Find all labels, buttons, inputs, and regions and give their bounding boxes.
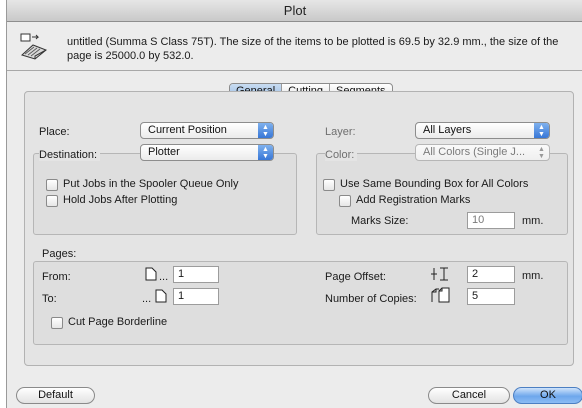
popup-arrows-icon: ▲ ▼ bbox=[538, 146, 545, 160]
copies-field[interactable]: 5 bbox=[467, 288, 515, 305]
color-label: Color: bbox=[325, 149, 358, 161]
general-panel: Place: Current Position ▲ ▼ Destination: … bbox=[24, 91, 574, 366]
layer-label: Layer: bbox=[325, 126, 356, 138]
pages-title: Pages: bbox=[42, 248, 77, 260]
same-bbox-label: Use Same Bounding Box for All Colors bbox=[340, 178, 529, 190]
place-popup[interactable]: Current Position ▲ ▼ bbox=[140, 122, 274, 139]
marks-size-label: Marks Size: bbox=[351, 215, 409, 227]
place-label: Place: bbox=[39, 126, 70, 138]
from-label: From: bbox=[42, 271, 71, 283]
registration-marks-checkbox[interactable] bbox=[339, 195, 351, 207]
info-area: untitled (Summa S Class 75T). The size o… bbox=[7, 23, 582, 71]
color-popup[interactable]: All Colors (Single J... ▲ ▼ bbox=[415, 144, 550, 161]
from-ellipsis: ... bbox=[159, 271, 169, 283]
page-offset-unit: mm. bbox=[522, 270, 544, 282]
plot-dialog: Plot untitled (Summa S Class 75T). The s… bbox=[6, 0, 582, 408]
window-title: Plot bbox=[7, 0, 582, 22]
place-value: Current Position bbox=[148, 124, 227, 136]
to-label: To: bbox=[42, 293, 57, 305]
color-value: All Colors (Single J... bbox=[423, 146, 526, 158]
page-offset-label: Page Offset: bbox=[325, 271, 386, 283]
plotter-icon bbox=[20, 33, 47, 60]
first-page-icon bbox=[145, 267, 157, 281]
default-button[interactable]: Default bbox=[16, 387, 95, 404]
spooler-label: Put Jobs in the Spooler Queue Only bbox=[63, 178, 239, 190]
copies-icon bbox=[431, 287, 450, 303]
copies-label: Number of Copies: bbox=[325, 293, 417, 305]
layer-value: All Layers bbox=[423, 124, 472, 136]
registration-marks-label: Add Registration Marks bbox=[356, 194, 471, 206]
cut-borderline-checkbox[interactable] bbox=[51, 317, 63, 329]
last-page-icon bbox=[155, 289, 167, 303]
page-offset-field[interactable]: 2 bbox=[467, 266, 515, 283]
cut-borderline-label: Cut Page Borderline bbox=[68, 316, 168, 328]
to-ellipsis: ... bbox=[142, 293, 152, 305]
popup-arrows-icon: ▲ ▼ bbox=[534, 123, 549, 138]
popup-arrows-icon: ▲ ▼ bbox=[258, 145, 273, 160]
spooler-checkbox[interactable] bbox=[46, 179, 58, 191]
marks-size-unit: mm. bbox=[522, 215, 544, 227]
destination-value: Plotter bbox=[148, 146, 180, 158]
to-field[interactable]: 1 bbox=[173, 288, 219, 305]
ok-button[interactable]: OK bbox=[513, 387, 582, 404]
page-offset-icon bbox=[431, 267, 448, 281]
marks-size-field[interactable]: 10 bbox=[467, 212, 515, 229]
destination-label: Destination: bbox=[39, 149, 101, 161]
plot-info-text: untitled (Summa S Class 75T). The size o… bbox=[67, 36, 559, 62]
popup-arrows-icon: ▲ ▼ bbox=[258, 123, 273, 138]
hold-jobs-label: Hold Jobs After Plotting bbox=[63, 194, 178, 206]
same-bbox-checkbox[interactable] bbox=[323, 179, 335, 191]
from-field[interactable]: 1 bbox=[173, 266, 219, 283]
layer-popup[interactable]: All Layers ▲ ▼ bbox=[415, 122, 550, 139]
destination-popup[interactable]: Plotter ▲ ▼ bbox=[140, 144, 274, 161]
cancel-button[interactable]: Cancel bbox=[428, 387, 510, 404]
hold-jobs-checkbox[interactable] bbox=[46, 195, 58, 207]
